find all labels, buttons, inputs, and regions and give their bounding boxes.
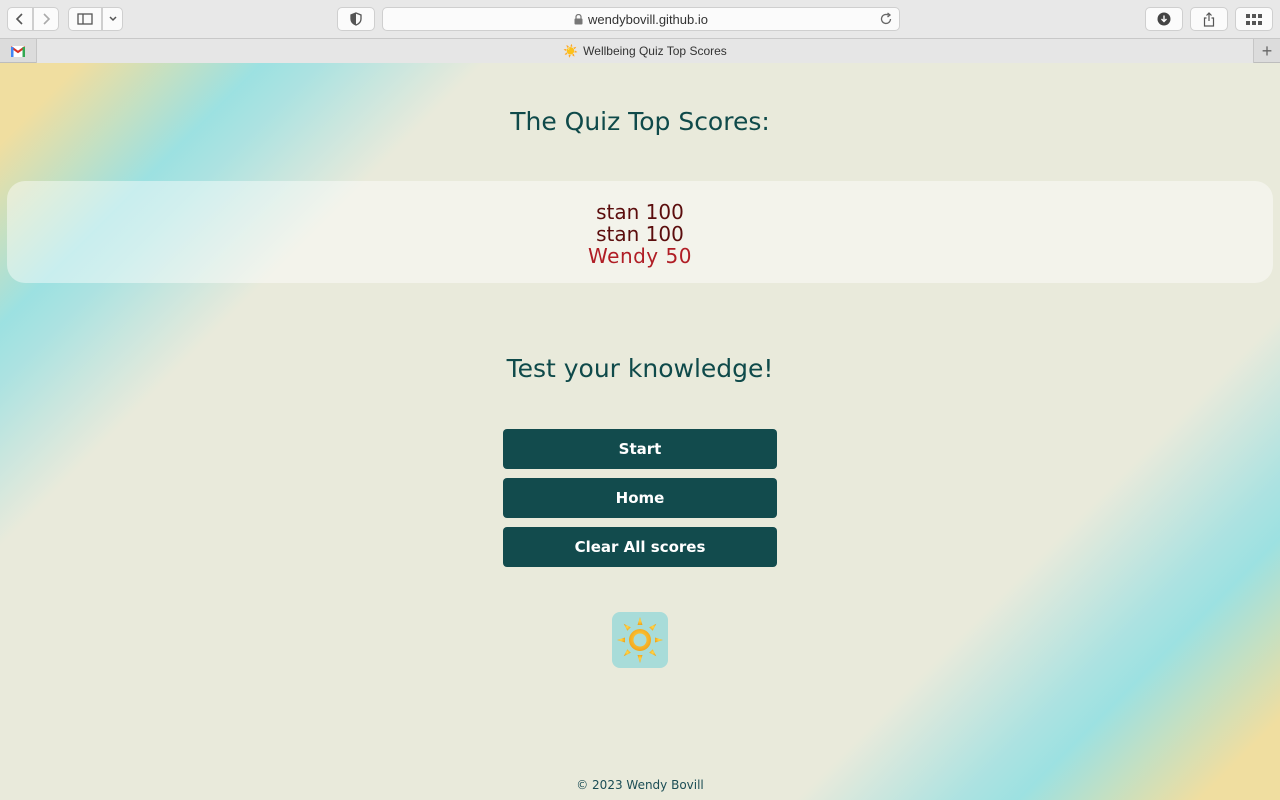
section-heading: Test your knowledge! <box>506 354 774 383</box>
tab-title: Wellbeing Quiz Top Scores <box>583 44 727 58</box>
tab-overview-button[interactable] <box>1235 7 1273 31</box>
gmail-icon <box>11 45 25 57</box>
pinned-tab-gmail[interactable] <box>0 39 37 63</box>
clear-scores-button[interactable]: Clear All scores <box>503 527 777 567</box>
sidebar-button[interactable] <box>68 7 102 31</box>
start-button[interactable]: Start <box>503 429 777 469</box>
downloads-button[interactable] <box>1145 7 1183 31</box>
grid-icon <box>1246 13 1262 25</box>
sidebar-menu-button[interactable] <box>102 7 123 31</box>
lock-icon <box>574 13 583 24</box>
high-scores-list: stan 100 stan 100 Wendy 50 <box>7 201 1273 267</box>
browser-toolbar: wendybovill.github.io <box>0 0 1280 38</box>
url-text: wendybovill.github.io <box>588 11 708 27</box>
share-icon <box>1203 11 1215 27</box>
logo <box>612 612 668 668</box>
new-tab-button[interactable]: + <box>1253 39 1280 63</box>
chevron-left-icon <box>15 13 23 25</box>
sun-favicon-icon: ☀️ <box>563 44 579 58</box>
share-button[interactable] <box>1190 7 1228 31</box>
back-button[interactable] <box>7 7 33 31</box>
scores-panel: stan 100 stan 100 Wendy 50 <box>7 181 1273 283</box>
chevron-down-icon <box>108 16 117 22</box>
sun-icon <box>617 617 663 663</box>
privacy-report-button[interactable] <box>337 7 375 31</box>
reload-icon[interactable] <box>879 12 893 26</box>
shield-icon <box>350 12 362 26</box>
chevron-right-icon <box>43 13 51 25</box>
home-button[interactable]: Home <box>503 478 777 518</box>
sidebar-icon <box>77 13 93 25</box>
score-item: stan 100 <box>596 222 684 246</box>
address-bar[interactable]: wendybovill.github.io <box>382 7 900 31</box>
tab-active[interactable]: ☀️ Wellbeing Quiz Top Scores <box>37 39 1253 63</box>
page-content: The Quiz Top Scores: stan 100 stan 100 W… <box>0 63 1280 800</box>
download-icon <box>1157 12 1171 26</box>
tab-bar: ☀️ Wellbeing Quiz Top Scores + <box>0 38 1280 63</box>
forward-button[interactable] <box>33 7 59 31</box>
score-item-latest: Wendy 50 <box>588 244 692 268</box>
footer-copyright: © 2023 Wendy Bovill <box>576 778 704 792</box>
score-item: stan 100 <box>596 200 684 224</box>
page-title: The Quiz Top Scores: <box>510 107 770 136</box>
